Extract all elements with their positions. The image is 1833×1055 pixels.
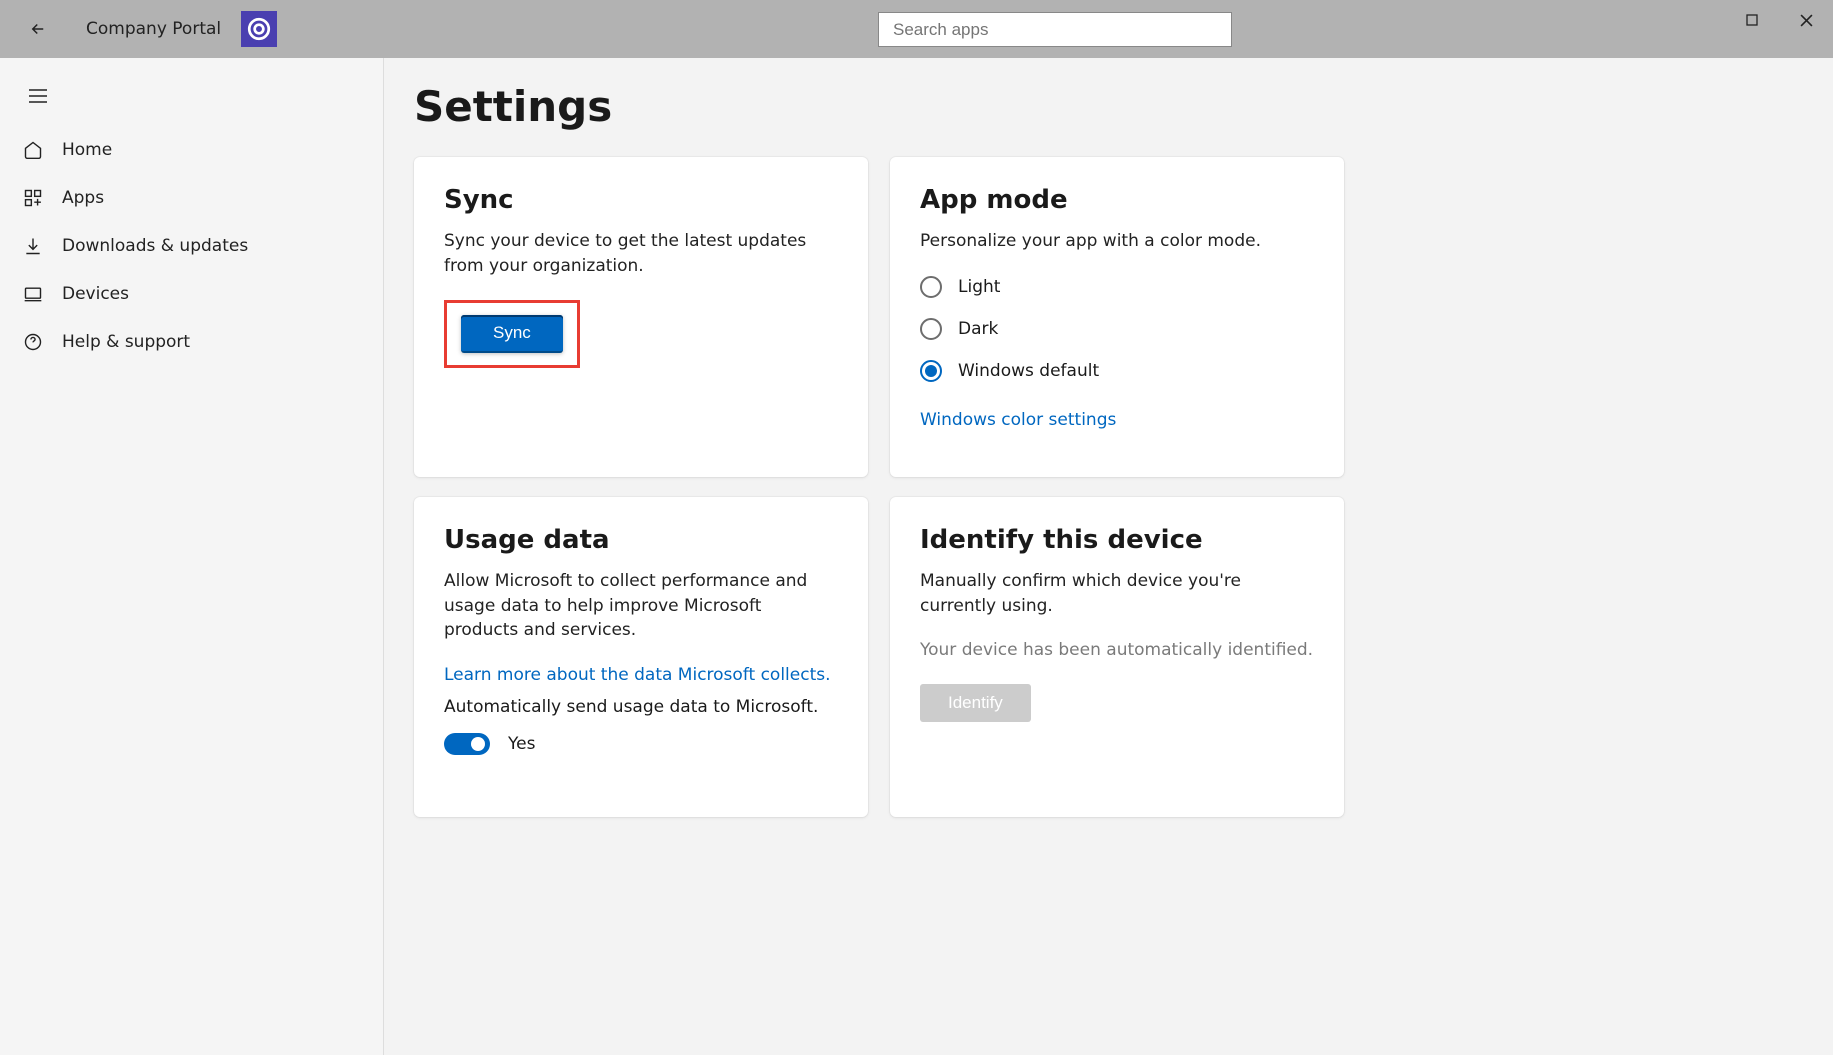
card-identify-device: Identify this device Manually confirm wh… [890,497,1344,817]
maximize-button[interactable] [1725,0,1779,40]
card-description: Sync your device to get the latest updat… [444,229,838,278]
toggle-description: Automatically send usage data to Microso… [444,697,838,717]
sidebar-item-label: Home [62,140,112,160]
card-usage-data: Usage data Allow Microsoft to collect pe… [414,497,868,817]
window-controls [1725,0,1833,40]
radio-light[interactable]: Light [920,276,1314,298]
sidebar-item-label: Devices [62,284,129,304]
sidebar-item-devices[interactable]: Devices [0,270,383,318]
content-area: Settings Sync Sync your device to get th… [384,58,1833,1055]
identify-button[interactable]: Identify [920,684,1031,722]
sidebar-item-label: Downloads & updates [62,236,248,256]
apps-icon [22,187,44,209]
hamburger-button[interactable] [14,72,62,120]
download-icon [22,235,44,257]
search-box[interactable] [878,12,1232,47]
usage-toggle[interactable] [444,733,490,755]
app-logo [241,11,277,47]
sidebar-item-downloads[interactable]: Downloads & updates [0,222,383,270]
learn-more-link[interactable]: Learn more about the data Microsoft coll… [444,665,831,685]
card-title: Usage data [444,525,838,555]
back-button[interactable] [24,15,52,43]
card-description: Manually confirm which device you're cur… [920,569,1314,618]
search-input[interactable] [879,13,1231,46]
page-title: Settings [414,82,1833,131]
windows-color-settings-link[interactable]: Windows color settings [920,410,1116,430]
sidebar: Home Apps Downloads & updates Devices He… [0,58,384,1055]
app-title: Company Portal [86,19,221,39]
radio-windows-default[interactable]: Windows default [920,360,1314,382]
radio-label: Light [958,277,1000,297]
devices-icon [22,283,44,305]
card-title: Sync [444,185,838,215]
sidebar-item-label: Help & support [62,332,190,352]
sidebar-item-apps[interactable]: Apps [0,174,383,222]
card-description: Allow Microsoft to collect performance a… [444,569,838,643]
card-title: Identify this device [920,525,1314,555]
card-sync: Sync Sync your device to get the latest … [414,157,868,477]
sync-button[interactable]: Sync [461,315,563,353]
highlight-box: Sync [444,300,580,368]
help-icon [22,331,44,353]
identify-status: Your device has been automatically ident… [920,640,1314,660]
sidebar-item-label: Apps [62,188,104,208]
radio-icon [920,318,942,340]
home-icon [22,139,44,161]
close-button[interactable] [1779,0,1833,40]
titlebar: Company Portal [0,0,1833,58]
toggle-state-label: Yes [508,734,535,754]
radio-icon [920,276,942,298]
radio-dark[interactable]: Dark [920,318,1314,340]
card-title: App mode [920,185,1314,215]
sidebar-item-help[interactable]: Help & support [0,318,383,366]
radio-icon-selected [920,360,942,382]
toggle-knob [471,737,485,751]
card-description: Personalize your app with a color mode. [920,229,1314,254]
radio-label: Dark [958,319,998,339]
sidebar-item-home[interactable]: Home [0,126,383,174]
card-app-mode: App mode Personalize your app with a col… [890,157,1344,477]
radio-label: Windows default [958,361,1099,381]
